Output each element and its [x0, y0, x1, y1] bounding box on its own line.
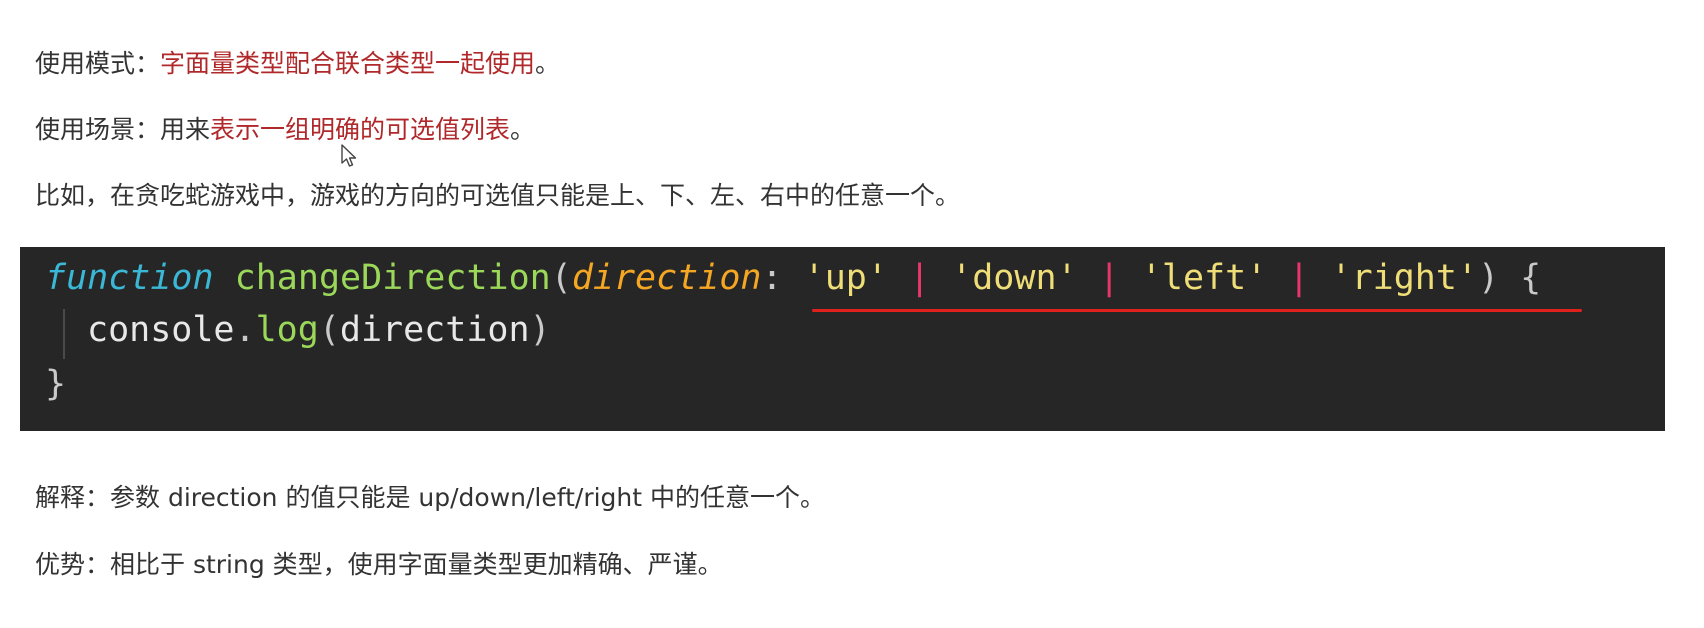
close-brace: }: [45, 364, 67, 404]
colon: :: [761, 258, 783, 298]
union-pipe-1: |: [909, 258, 931, 298]
code-line-1: function changeDirection(direction: 'up'…: [45, 253, 1541, 303]
union-pipe-2: |: [1098, 258, 1120, 298]
log-method: log: [255, 310, 319, 350]
keyword-function: function: [45, 258, 214, 298]
usage-mode-highlight: 字面量类型配合联合类型一起使用: [160, 49, 536, 78]
union-pipe-3: |: [1288, 258, 1310, 298]
call-argument: direction: [339, 310, 530, 350]
explanation-line: 解释：参数 direction 的值只能是 up/down/left/right…: [35, 483, 826, 512]
literal-down: 'down': [951, 258, 1078, 298]
usage-scene-label: 使用场景：用来: [35, 115, 211, 144]
open-paren: (: [550, 258, 572, 298]
usage-mode-line: 使用模式：字面量类型配合联合类型一起使用。: [35, 47, 560, 81]
usage-scene-highlight: 表示一组明确的可选值列表: [210, 115, 511, 144]
literal-up: 'up': [803, 258, 888, 298]
code-line-2: console.log(direction): [87, 305, 551, 355]
close-paren: ): [1478, 258, 1500, 298]
usage-scene-end: 。: [510, 115, 536, 144]
code-line-3: }: [45, 359, 66, 409]
call-open-paren: (: [318, 310, 340, 350]
usage-scene-line: 使用场景：用来表示一组明确的可选值列表。: [35, 113, 535, 147]
mouse-pointer-icon: [341, 144, 357, 167]
function-name: changeDirection: [234, 258, 551, 298]
indent-guide: [63, 309, 65, 359]
literal-right: 'right': [1330, 258, 1479, 298]
dot: .: [234, 310, 256, 350]
literal-left: 'left': [1140, 258, 1268, 298]
param-name: direction: [571, 258, 762, 298]
code-block: function changeDirection(direction: 'up'…: [20, 247, 1665, 431]
call-close-paren: ): [529, 310, 551, 350]
advantage-line: 优势：相比于 string 类型，使用字面量类型更加精确、严谨。: [35, 550, 723, 579]
example-line: 比如，在贪吃蛇游戏中，游戏的方向的可选值只能是上、下、左、右中的任意一个。: [35, 181, 961, 210]
console-object: console: [87, 310, 235, 350]
open-brace: {: [1520, 258, 1542, 298]
highlight-underline: [812, 309, 1582, 312]
usage-mode-end: 。: [535, 49, 561, 78]
usage-mode-label: 使用模式：: [35, 49, 161, 78]
